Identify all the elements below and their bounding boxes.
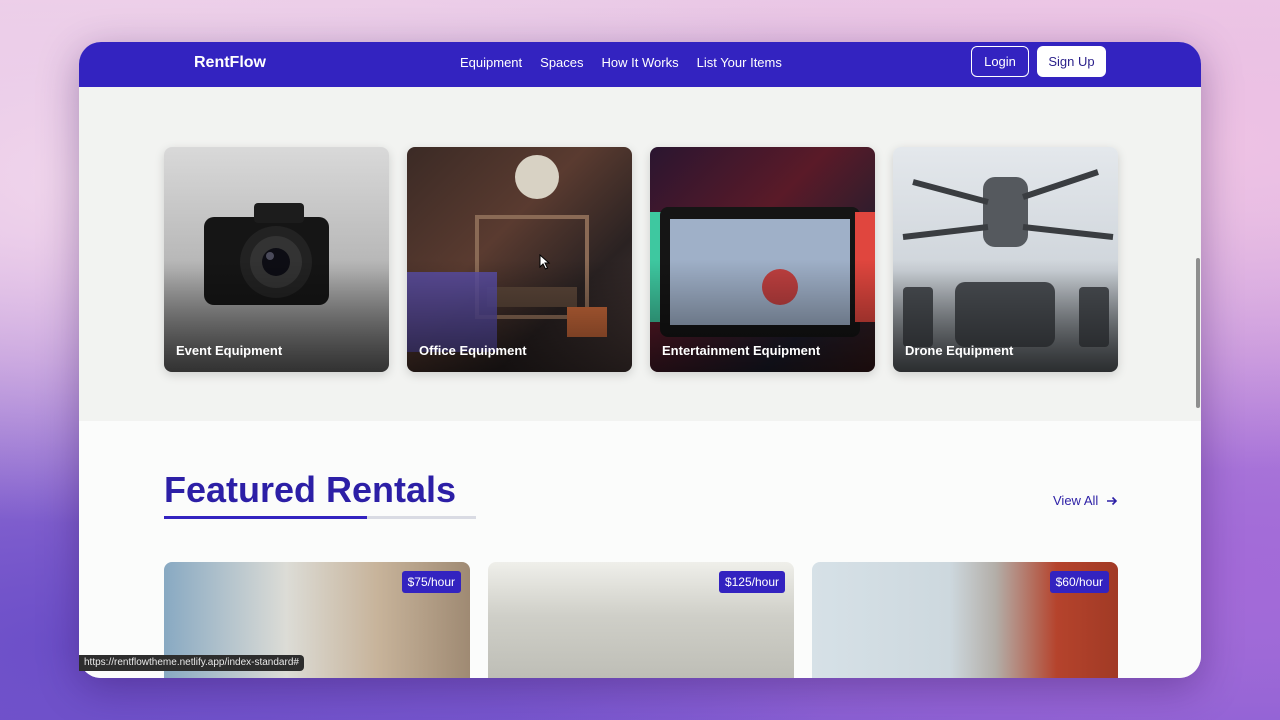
category-label: Drone Equipment bbox=[905, 343, 1014, 358]
title-underline bbox=[164, 516, 476, 519]
mouse-cursor-icon bbox=[539, 254, 551, 270]
category-card-office[interactable]: Office Equipment bbox=[407, 147, 632, 372]
category-card-event[interactable]: Event Equipment bbox=[164, 147, 389, 372]
login-button[interactable]: Login bbox=[971, 46, 1029, 77]
price-badge: $60/hour bbox=[1049, 571, 1109, 593]
link-status-bar: https://rentflowtheme.netlify.app/index-… bbox=[79, 655, 304, 671]
browser-window: RentFlow Equipment Spaces How It Works L… bbox=[79, 42, 1201, 678]
view-all-label: View All bbox=[1053, 493, 1099, 508]
categories-section: Event Equipment Office Equipment Enterta… bbox=[79, 87, 1201, 421]
arrow-right-icon bbox=[1107, 496, 1118, 505]
category-label: Entertainment Equipment bbox=[662, 343, 821, 358]
rental-card[interactable]: $125/hour bbox=[488, 562, 794, 678]
section-title: Featured Rentals bbox=[164, 469, 457, 510]
nav-link-list-your-items[interactable]: List Your Items bbox=[697, 55, 782, 70]
top-navbar: RentFlow Equipment Spaces How It Works L… bbox=[79, 42, 1201, 87]
category-label: Event Equipment bbox=[176, 343, 283, 358]
category-card-drone[interactable]: Drone Equipment bbox=[893, 147, 1118, 372]
view-all-link[interactable]: View All bbox=[1053, 493, 1118, 508]
featured-rentals-section: Featured Rentals View All $75/hour $125/… bbox=[79, 421, 1201, 678]
brand-logo[interactable]: RentFlow bbox=[194, 54, 266, 72]
price-badge: $75/hour bbox=[401, 571, 461, 593]
nav-link-how-it-works[interactable]: How It Works bbox=[602, 55, 679, 70]
nav-link-equipment[interactable]: Equipment bbox=[460, 55, 522, 70]
rental-card[interactable]: $60/hour bbox=[812, 562, 1118, 678]
nav-links: Equipment Spaces How It Works List Your … bbox=[460, 55, 782, 70]
price-badge: $125/hour bbox=[718, 571, 785, 593]
category-card-entertainment[interactable]: Entertainment Equipment bbox=[650, 147, 875, 372]
sign-up-button[interactable]: Sign Up bbox=[1037, 46, 1106, 77]
nav-link-spaces[interactable]: Spaces bbox=[540, 55, 583, 70]
category-label: Office Equipment bbox=[419, 343, 527, 358]
scrollbar-thumb[interactable] bbox=[1196, 258, 1200, 408]
